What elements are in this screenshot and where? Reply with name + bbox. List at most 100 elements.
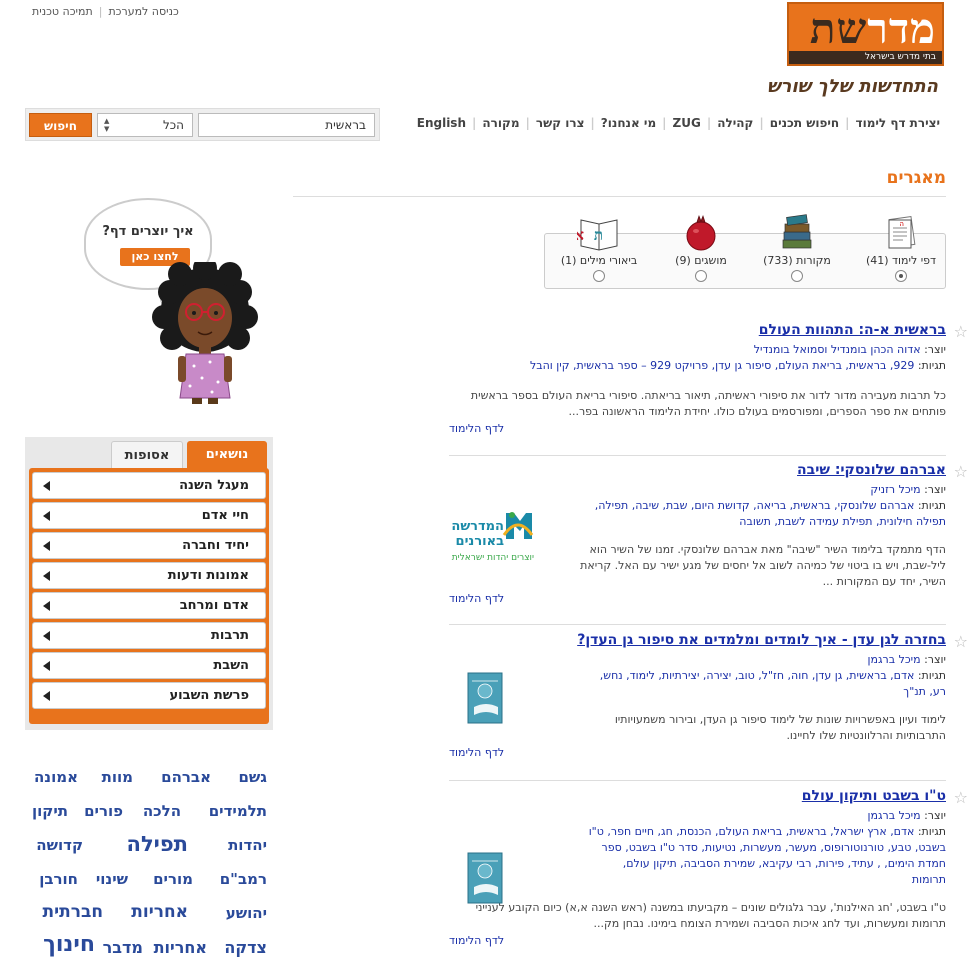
tab-collections[interactable]: אסופות <box>111 441 183 469</box>
tags-links[interactable]: בשבט, טבע, טורנוטורופוס, מעשר, מעשרות, נ… <box>601 841 946 854</box>
cloud-tag[interactable]: מדבר <box>103 938 143 957</box>
cloud-tag[interactable]: חברתית <box>42 902 103 922</box>
category-item[interactable]: פרשת השבוע <box>32 682 266 709</box>
tags-links[interactable]: אדם, ארץ ישראל, בראשית, בריאת העולם, הכנ… <box>589 825 915 838</box>
login-link[interactable]: כניסה למערכת <box>102 5 184 18</box>
tags-links[interactable]: 929, בראשית, בריאת העולם, סיפור גן עדן, … <box>530 359 914 372</box>
result-title[interactable]: בראשית א-ה: התהוות העולם <box>449 322 946 338</box>
tags-links[interactable]: אדם, בראשית, גן עדן, חוה, חז"ל, טוב, יצי… <box>600 669 915 682</box>
result-description: ט"ו בשבט, 'חג האילנות', עבר גלגולים שוני… <box>475 901 946 930</box>
repo-option-study-pages[interactable]: ה דפי לימוד (41) <box>856 212 946 282</box>
creator-link[interactable]: מיכל ברגמן <box>868 809 921 822</box>
nav-contact[interactable]: צרו קשר <box>530 116 591 130</box>
cloud-tag[interactable]: רמב"ם <box>220 870 267 888</box>
favorite-star-icon[interactable]: ☆ <box>954 322 968 341</box>
bubble-question: איך יוצרים דף? <box>102 224 194 239</box>
category-list: מעגל השנה חיי אדם יחיד וחברה אמונות ודעו… <box>29 468 269 724</box>
category-item[interactable]: אדם ומרחב <box>32 592 266 619</box>
category-item[interactable]: חיי אדם <box>32 502 266 529</box>
expand-arrow-icon <box>43 571 50 581</box>
books-icon <box>775 212 819 254</box>
cloud-tag[interactable]: הלכה <box>143 802 181 820</box>
favorite-star-icon[interactable]: ☆ <box>954 462 968 481</box>
oranim-logo-text: המדרשה באורנים <box>451 519 504 549</box>
book-cover-thumbnail <box>466 671 506 727</box>
cloud-tag[interactable]: תלמידים <box>209 802 267 820</box>
result-title[interactable]: אברהם שלונסקי: שיבה <box>449 462 946 478</box>
site-logo[interactable]: מדרשת בתי מדרש בישראל <box>787 2 944 66</box>
cloud-tag[interactable]: שינוי <box>96 870 128 888</box>
result-description: כל תרבות מעבירה מדור לדור את סיפורי ראשי… <box>470 389 946 418</box>
tags-links[interactable]: רע, תנ"ך <box>903 685 946 698</box>
creator-link[interactable]: מיכל ברגמן <box>868 653 921 666</box>
category-item[interactable]: תרבות <box>32 622 266 649</box>
repo-option-sources[interactable]: מקורות (733) <box>752 212 842 282</box>
expand-arrow-icon <box>43 691 50 701</box>
result-title[interactable]: ט"ו בשבט ותיקון עולם <box>449 788 946 804</box>
cloud-tag[interactable]: יהדות <box>228 836 267 854</box>
search-input[interactable]: בראשית <box>198 113 375 137</box>
result-tags: תגיות: 929, בראשית, בריאת העולם, סיפור ג… <box>530 359 946 372</box>
result-tags-cont: תרומות <box>449 872 946 888</box>
to-study-page-link[interactable]: לדף הלימוד <box>449 422 946 435</box>
creator-link[interactable]: אדוה הכהן בומנדיל וסמואל בומנדיל <box>754 343 921 356</box>
nav-about[interactable]: מי אנחנו? <box>595 116 662 130</box>
system-links: כניסה למערכת|תמיכה טכנית <box>26 5 185 18</box>
tags-links[interactable]: תפילה חילונית, תפילת עמידה לשבת, תשובה <box>739 515 946 528</box>
category-item[interactable]: מעגל השנה <box>32 472 266 499</box>
tab-topics[interactable]: נושאים <box>187 441 267 469</box>
scope-select[interactable]: הכל ▲ ▼ <box>97 113 193 137</box>
result-title[interactable]: בחזרה לגן עדן - איך לומדים ומלמדים את סי… <box>449 632 946 648</box>
result-divider <box>449 624 946 625</box>
category-item[interactable]: השבת <box>32 652 266 679</box>
creator-link[interactable]: מיכל רזניק <box>870 483 920 496</box>
cloud-tag[interactable]: אחריות <box>131 902 188 922</box>
cloud-tag[interactable]: חורבן <box>39 870 78 888</box>
logo-subtitle: בתי מדרש בישראל <box>789 51 942 64</box>
cloud-tag[interactable]: יהושע <box>226 904 267 922</box>
favorite-star-icon[interactable]: ☆ <box>954 788 968 807</box>
repo-radio[interactable] <box>791 270 803 282</box>
tags-links[interactable]: תרומות <box>912 873 946 886</box>
category-item[interactable]: יחיד וחברה <box>32 532 266 559</box>
result-tags-cont: חמדת הימים, , עתיד, פירות, רבי עקיבא, שמ… <box>449 856 946 872</box>
cloud-tag[interactable]: אמונה <box>34 768 78 786</box>
support-link[interactable]: תמיכה טכנית <box>26 5 99 18</box>
tags-links[interactable]: אברהם שלונסקי, בראשית, בריאה, קדושת היום… <box>595 499 915 512</box>
logo-title: מדרשת <box>809 4 936 53</box>
favorite-star-icon[interactable]: ☆ <box>954 632 968 651</box>
nav-mekora[interactable]: מקורה <box>476 116 525 130</box>
repo-option-word-explanations[interactable]: א ת ביאורי מילים (1) <box>554 212 644 282</box>
repo-option-concepts[interactable]: מושגים (9) <box>656 212 746 282</box>
cloud-tag[interactable]: צדקה <box>224 938 267 957</box>
result-creator: יוצר: אדוה הכהן בומנדיל וסמואל בומנדיל <box>753 343 946 356</box>
cloud-tag[interactable]: פורים <box>84 802 123 820</box>
cloud-tag[interactable]: מוות <box>102 768 133 786</box>
cloud-tag[interactable]: גשם <box>238 768 267 786</box>
book-cover-thumbnail <box>466 851 506 907</box>
repo-radio-selected[interactable] <box>895 270 907 282</box>
repo-radio[interactable] <box>593 270 605 282</box>
cloud-tag[interactable]: אחריות <box>154 938 207 957</box>
repo-radio[interactable] <box>695 270 707 282</box>
result-tags-cont: בשבט, טבע, טורנוטורופוס, מעשר, מעשרות, נ… <box>449 840 946 856</box>
nav-search-content[interactable]: חיפוש תכנים <box>764 116 845 130</box>
search-button[interactable]: חיפוש <box>29 113 92 137</box>
select-arrows-icon: ▲ ▼ <box>104 117 110 133</box>
cloud-tag[interactable]: מורים <box>153 870 193 888</box>
cloud-tag[interactable]: תיקון <box>32 802 68 820</box>
category-item[interactable]: אמונות ודעות <box>32 562 266 589</box>
cloud-tag[interactable]: אברהם <box>161 768 211 786</box>
to-study-page-link[interactable]: לדף הלימוד <box>449 934 946 947</box>
to-study-page-link[interactable]: לדף הלימוד <box>449 746 946 759</box>
nav-english[interactable]: English <box>411 116 472 130</box>
nav-create-page[interactable]: יצירת דף לימוד <box>850 116 946 130</box>
to-study-page-link[interactable]: לדף הלימוד <box>449 592 946 605</box>
nav-zug[interactable]: ZUG <box>667 116 707 130</box>
study-page-icon: ה <box>879 212 923 254</box>
cloud-tag[interactable]: קדושה <box>36 836 83 854</box>
cloud-tag[interactable]: חינוך <box>43 932 95 957</box>
nav-community[interactable]: קהילה <box>711 116 759 130</box>
cloud-tag[interactable]: תפילה <box>127 832 188 856</box>
tags-links[interactable]: חמדת הימים, , עתיד, פירות, רבי עקיבא, שמ… <box>623 857 946 870</box>
